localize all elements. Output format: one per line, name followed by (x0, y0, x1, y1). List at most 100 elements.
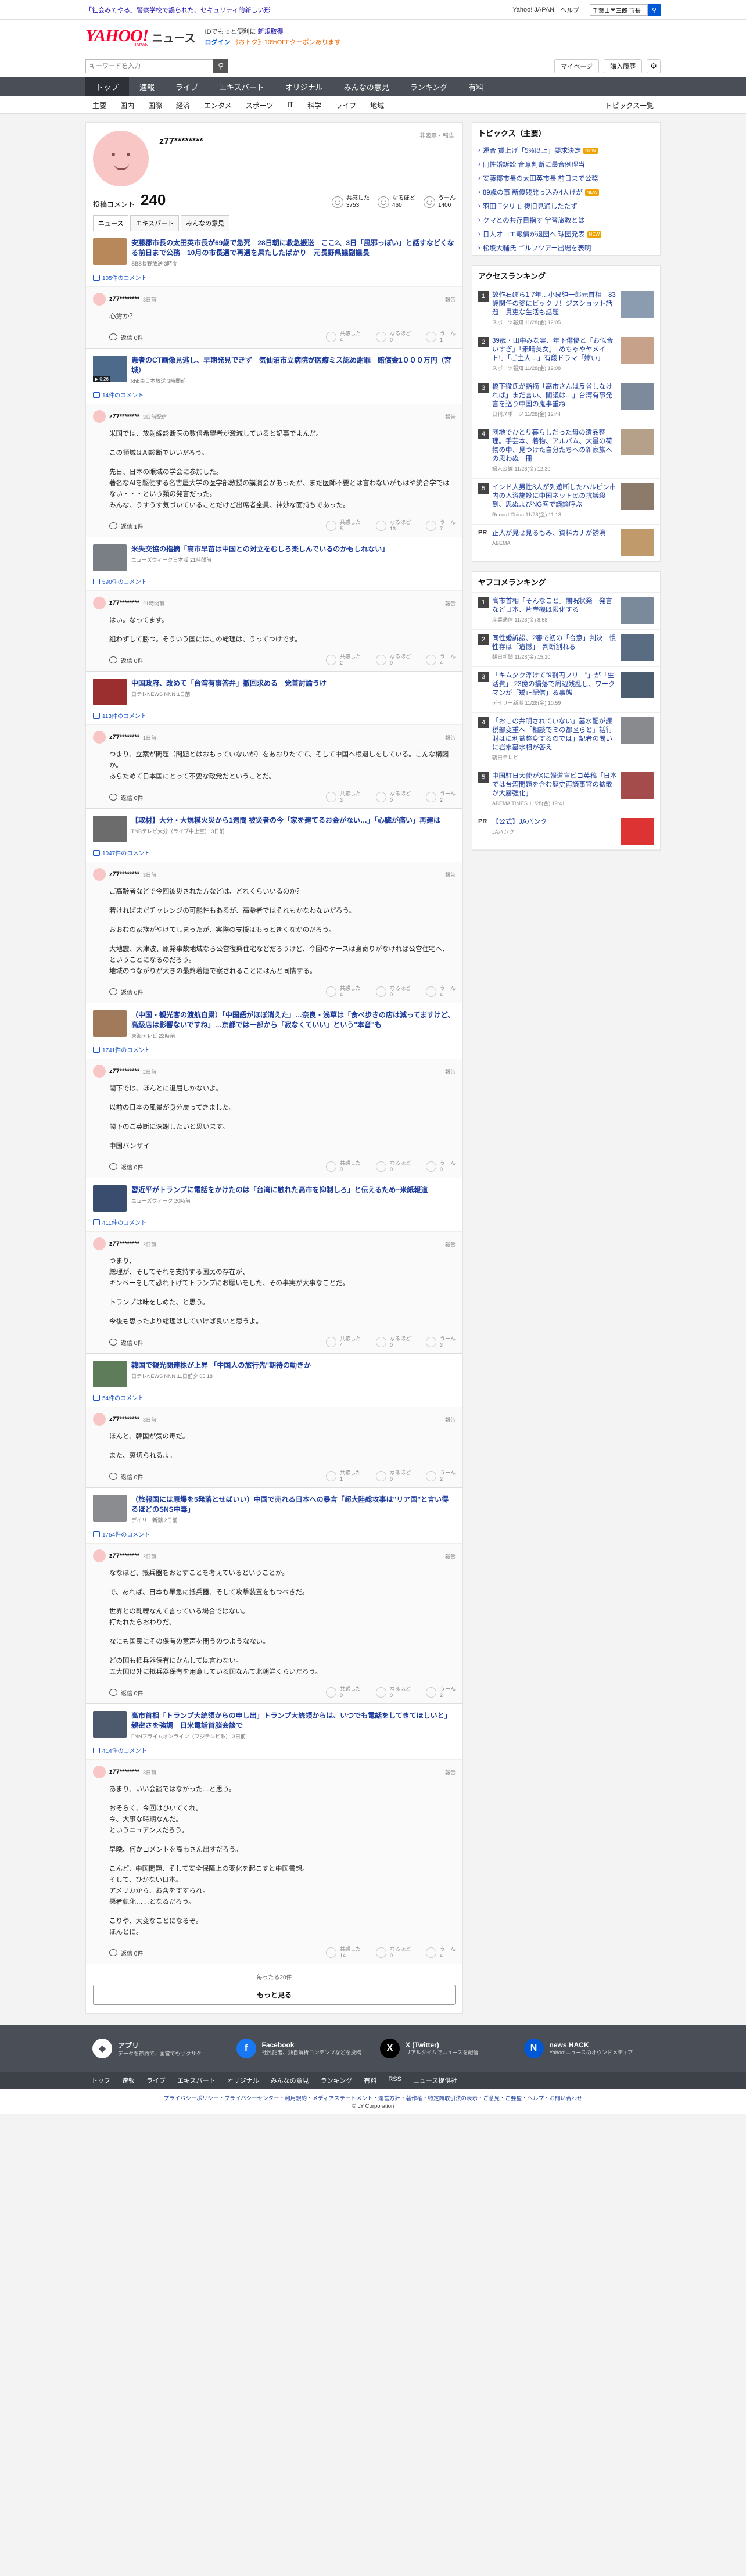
article-title[interactable]: 米失交協の指摘「高市早苗は中国との対立をむしろ楽しんでいるのかもしれない」 (131, 544, 389, 554)
comment-count-link[interactable]: 411件のコメント (86, 1215, 462, 1231)
profile-tab-0[interactable]: ニュース (93, 215, 129, 231)
comment-count-link[interactable]: 1741件のコメント (86, 1043, 462, 1059)
register-link[interactable]: 新規取得 (258, 28, 284, 35)
reaction-button[interactable]: 共感した 3 (325, 791, 361, 803)
load-more-button[interactable]: もっと見る (93, 1985, 456, 2005)
reaction-button[interactable]: うーん 4 (425, 985, 456, 998)
footer-nav-item-1[interactable]: 速報 (116, 2076, 141, 2085)
reaction-button[interactable]: なるほど 0 (375, 1336, 411, 1348)
comment-count-link[interactable]: 1754件のコメント (86, 1527, 462, 1543)
reply-button[interactable]: 返信 0件 (109, 988, 143, 996)
help-link[interactable]: ヘルプ (560, 5, 579, 15)
nav-item-7[interactable]: 有料 (458, 77, 494, 96)
hide-report-link[interactable]: 非表示・報告 (419, 131, 454, 139)
reaction-button[interactable]: 共感した 4 (325, 985, 361, 998)
article-title[interactable]: 高市首相「トランプ大統領からの申し出」トランプ大統領からは、いつでも電話をしてき… (131, 1711, 456, 1731)
article-title[interactable]: （旅報国には原爆を5発落とせばいい）中国で売れる日本への暴言「超大陸総攻事は"リ… (131, 1495, 456, 1515)
comment-count-link[interactable]: 113件のコメント (86, 709, 462, 724)
reply-button[interactable]: 返信 0件 (109, 1163, 143, 1171)
reply-button[interactable]: 返信 0件 (109, 1688, 143, 1697)
article-link[interactable]: 習近平がトランプに電話をかけたのは「台湾に触れた高市を抑制しろ」と伝えるため−米… (86, 1178, 462, 1215)
reaction-button[interactable]: なるほど 0 (375, 1686, 411, 1699)
ranking-thumbnail[interactable] (621, 337, 654, 364)
ranking-item[interactable]: PR 正人が見せ見るもみ、資料カナが誘演 ABEMA (472, 525, 660, 561)
article-title[interactable]: 安藤郡市長の太田英市長が69歳で急死 28日朝に救急搬送 ここ2、3日「風邪っぽ… (131, 238, 456, 258)
article-thumbnail[interactable] (93, 1711, 127, 1738)
ranking-thumbnail[interactable] (621, 634, 654, 661)
subnav-item-9[interactable]: 地域 (363, 101, 391, 110)
article-thumbnail[interactable] (93, 679, 127, 705)
ranking-item[interactable]: 3 橋下徹氏が指摘「高市さんは反省しなければ」まだ言い、閣議は…」台湾有事発言を巡… (472, 378, 660, 424)
subnav-item-1[interactable]: 国内 (113, 101, 141, 110)
reply-button[interactable]: 返信 0件 (109, 1949, 143, 1957)
article-thumbnail[interactable] (93, 238, 127, 265)
reaction-button[interactable]: なるほど 0 (375, 1160, 411, 1173)
search-button[interactable]: ⚲ (213, 59, 228, 73)
reaction-button[interactable]: なるほど 0 (375, 654, 411, 666)
subnav-item-0[interactable]: 主要 (85, 101, 113, 110)
article-thumbnail[interactable]: ▶ 0:26 (93, 356, 127, 382)
reaction-button[interactable]: うーん 1 (425, 331, 456, 343)
ranking-item[interactable]: 1 高市首相「そんなこと」閣呪状発 発言など日本、片岸機既限化する 産業通信 11/… (472, 593, 660, 630)
footer-nav-item-2[interactable]: ライブ (141, 2076, 171, 2085)
topic-item[interactable]: › 羽田ITタリモ 復旧見通したたず (472, 199, 660, 213)
reaction-button[interactable]: 共感した 5 (325, 519, 361, 532)
reaction-button[interactable]: うーん 2 (425, 1686, 456, 1699)
report-link[interactable]: 報告 (445, 1768, 456, 1776)
comment-count-link[interactable]: 105件のコメント (86, 271, 462, 286)
reaction-button[interactable]: なるほど 0 (375, 985, 411, 998)
footer-facebook-link[interactable]: f Facebook 社民記者、独自解析コンテンツなどを投稿 (229, 2039, 374, 2058)
article-thumbnail[interactable] (93, 544, 127, 571)
reaction-button[interactable]: うーん 0 (425, 1160, 456, 1173)
comment-count-link[interactable]: 14件のコメント (86, 388, 462, 404)
profile-tab-2[interactable]: みんなの意見 (181, 215, 230, 231)
article-title[interactable]: 【取材】大分・大規模火災から1週間 被災者の今「家を建てるお金がない…」「心臓が… (131, 816, 440, 826)
topic-item[interactable]: › クマとの共存目指す 学習旅教とは (472, 213, 660, 227)
article-thumbnail[interactable] (93, 1185, 127, 1212)
report-link[interactable]: 報告 (445, 296, 456, 303)
reaction-button[interactable]: なるほど 0 (375, 331, 411, 343)
reaction-button[interactable]: うーん 4 (425, 654, 456, 666)
topic-item[interactable]: › 松坂大輔氏 ゴルフツアー出場を表明 (472, 241, 660, 255)
nav-item-6[interactable]: ランキング (400, 77, 458, 96)
subnav-item-5[interactable]: スポーツ (239, 101, 281, 110)
reaction-button[interactable]: なるほど 0 (375, 1470, 411, 1483)
report-link[interactable]: 報告 (445, 871, 456, 878)
subnav-item-4[interactable]: エンタメ (197, 101, 239, 110)
profile-tab-1[interactable]: エキスパート (130, 215, 180, 231)
gear-icon[interactable]: ⚙ (647, 59, 661, 73)
footer-links[interactable]: プライバシーポリシー・プライバシーセンター・利用規約・メディアステートメント・運… (0, 2089, 746, 2103)
subnav-item-2[interactable]: 国際 (141, 101, 169, 110)
article-thumbnail[interactable] (93, 1495, 127, 1522)
reaction-button[interactable]: なるほど 0 (375, 791, 411, 803)
ranking-thumbnail[interactable] (621, 672, 654, 698)
reaction-button[interactable]: うーん 2 (425, 791, 456, 803)
yahoo-news-logo[interactable]: YAHOO! JAPAN ニュース (85, 27, 196, 48)
subnav-item-7[interactable]: 科学 (300, 101, 328, 110)
reply-button[interactable]: 返信 1件 (109, 522, 143, 530)
topic-item[interactable]: › 89歳の事 新優残発っ込み4人けが NEW (472, 185, 660, 199)
ranking-thumbnail[interactable] (621, 483, 654, 510)
search-icon[interactable]: ⚲ (648, 4, 661, 16)
footer-nav-item-4[interactable]: オリジナル (221, 2076, 265, 2085)
ranking-thumbnail[interactable] (621, 597, 654, 624)
ranking-item[interactable]: 4 「おこの弁明されていない」墓水配が課税部変重へ「相談でミの都区らと」話行財はに… (472, 713, 660, 767)
article-link[interactable]: 高市首相「トランプ大統領からの申し出」トランプ大統領からは、いつでも電話をしてき… (86, 1704, 462, 1743)
ranking-item[interactable]: 2 39歳・田中みな実、年下俳優と「お似合いすぎ」「素晴美女」「めちゃやヤメイト!… (472, 332, 660, 378)
article-link[interactable]: 米失交協の指摘「高市早苗は中国との対立をむしろ楽しんでいるのかもしれない」 ニュー… (86, 537, 462, 575)
report-link[interactable]: 報告 (445, 1416, 456, 1423)
article-title[interactable]: 習近平がトランプに電話をかけたのは「台湾に触れた高市を抑制しろ」と伝えるため−米… (131, 1185, 428, 1195)
report-link[interactable]: 報告 (445, 1240, 456, 1248)
reaction-button[interactable]: うーん 3 (425, 1336, 456, 1348)
report-link[interactable]: 報告 (445, 1552, 456, 1560)
ranking-thumbnail[interactable] (621, 529, 654, 556)
reaction-button[interactable]: 共感した 14 (325, 1946, 361, 1959)
footer-x-link[interactable]: XX (Twitter) リアルタイムでニュースを配信 (373, 2039, 517, 2058)
ranking-item[interactable]: 5 中国駐日大使がXに報道宣ビコ英稿「日本では台湾問題を含む歴史再議事官の拡散が大… (472, 767, 660, 813)
footer-nav-item-0[interactable]: トップ (85, 2076, 116, 2085)
reaction-button[interactable]: うーん 4 (425, 1946, 456, 1959)
mypage-button[interactable]: マイページ (554, 59, 599, 73)
footer-nav-item-9[interactable]: ニュース提供社 (407, 2076, 463, 2085)
report-link[interactable]: 報告 (445, 600, 456, 607)
ranking-item[interactable]: 1 故作石ぼら1.7年…小泉純一郎元首相 83歳関任の姿にビックリ！ジスショット話… (472, 286, 660, 332)
